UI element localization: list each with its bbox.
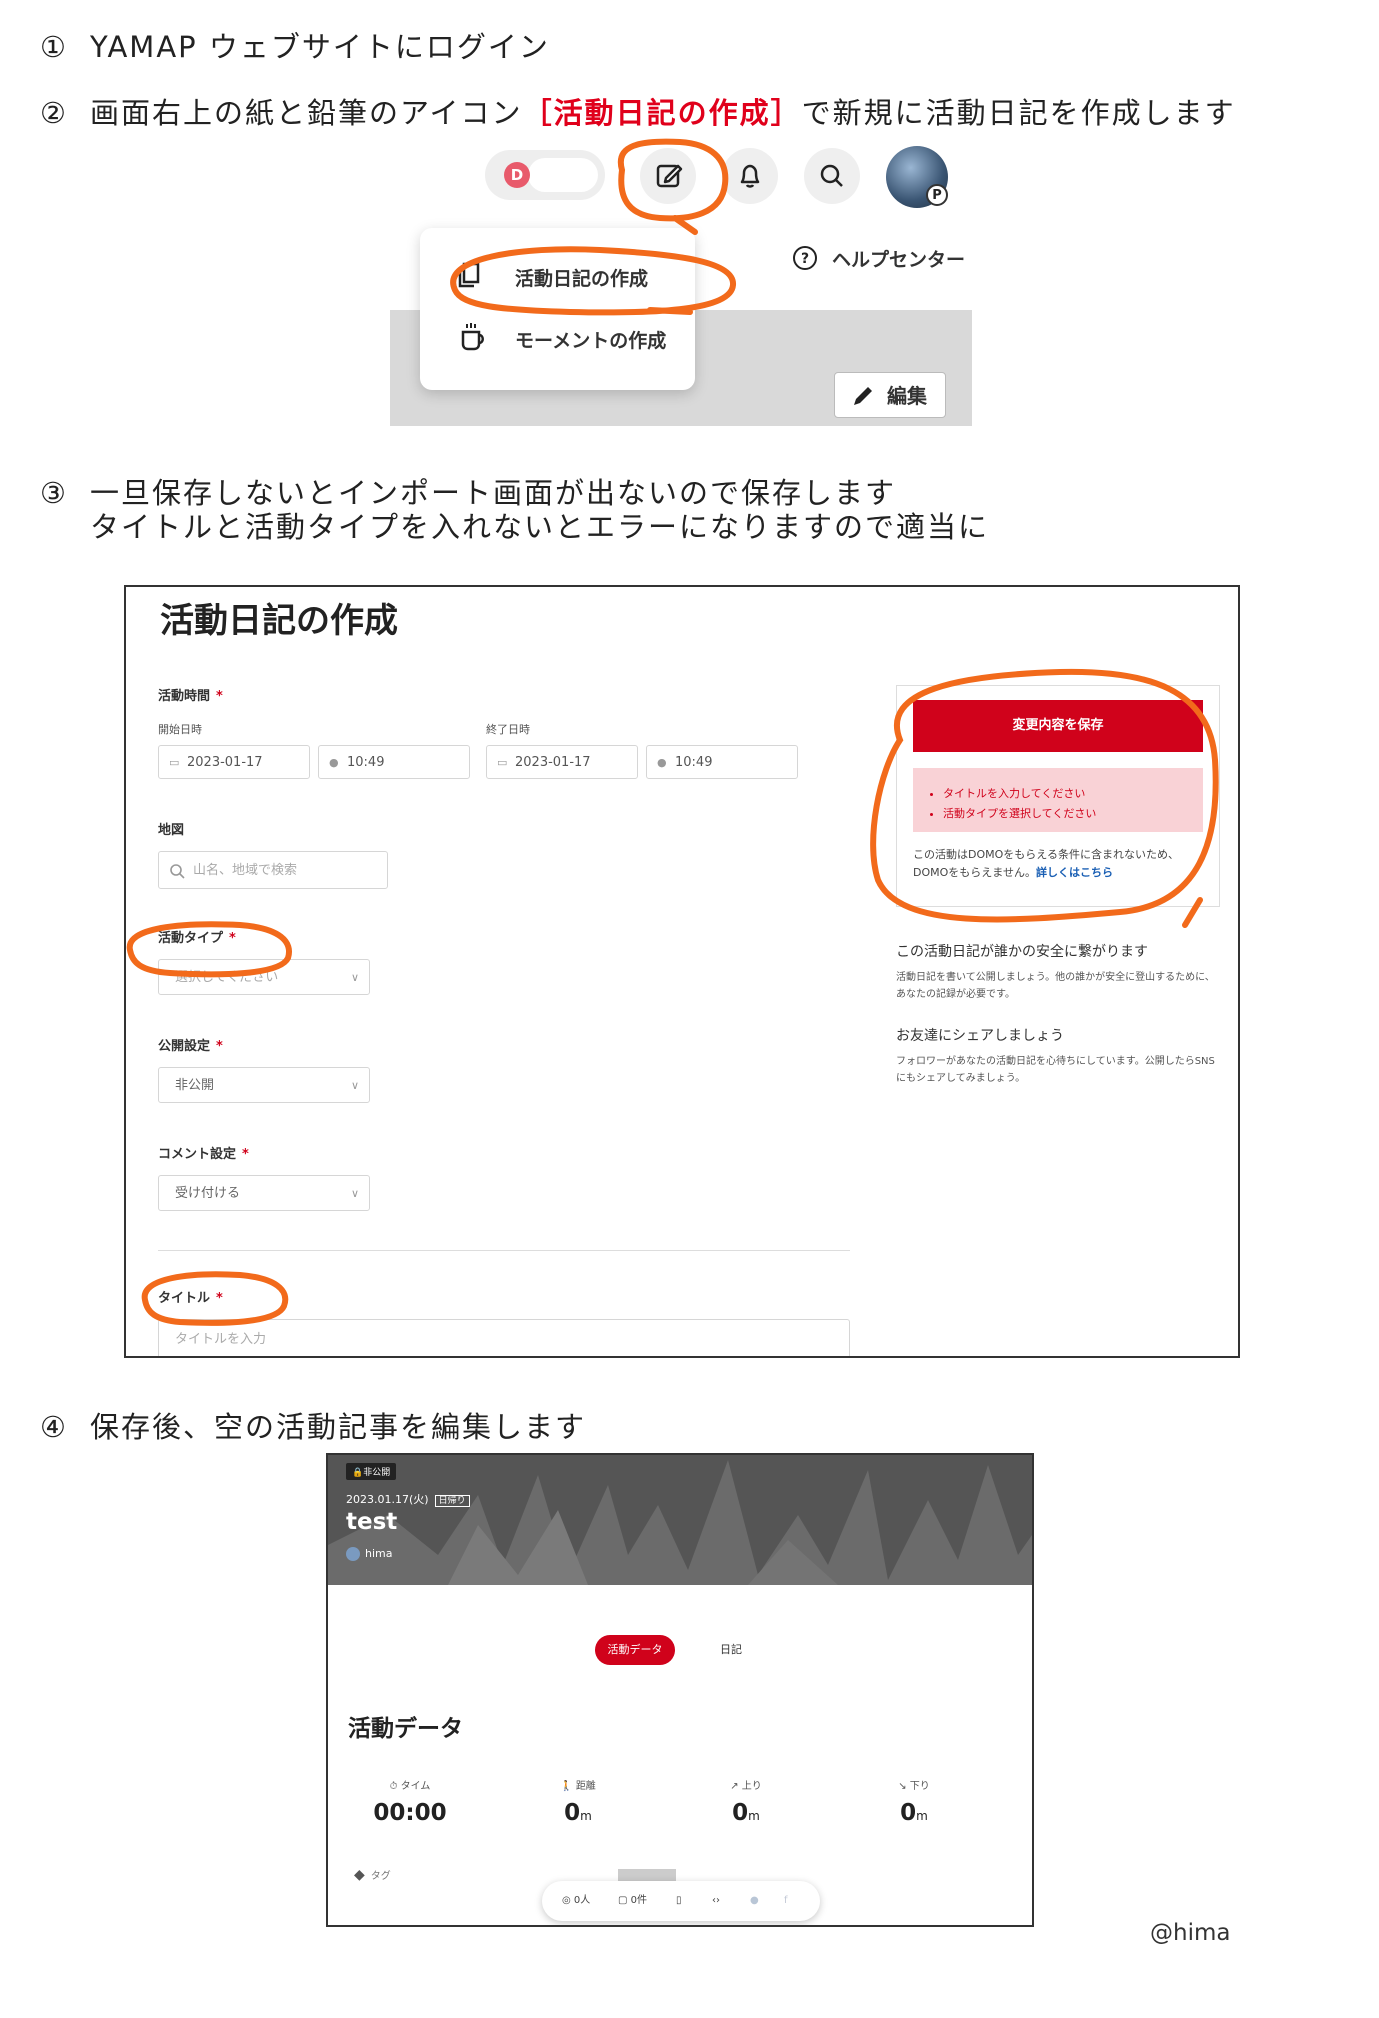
details-link[interactable]: 詳しくはこちら bbox=[1036, 866, 1113, 879]
diary-user[interactable]: hima bbox=[346, 1547, 392, 1561]
edit-button[interactable]: 編集 bbox=[834, 372, 946, 418]
calendar-icon: ▭ bbox=[497, 756, 508, 769]
clock-icon: ● bbox=[657, 756, 667, 769]
facebook-icon[interactable]: f bbox=[784, 1881, 788, 1921]
action-toolbar: ◎ 0人 ▢ 0件 ▯ ‹› ● f bbox=[542, 1881, 820, 1921]
comment-setting-select[interactable]: 受け付ける ∨ bbox=[158, 1175, 370, 1211]
visibility-label: 公開設定 * bbox=[158, 1039, 223, 1054]
start-time-input[interactable]: ● 10:49 bbox=[318, 745, 470, 779]
search-button[interactable] bbox=[804, 148, 860, 204]
comment-setting-label: コメント設定 * bbox=[158, 1147, 249, 1162]
calendar-icon: ▭ bbox=[169, 756, 180, 769]
activity-type-label: 活動タイプ * bbox=[158, 931, 236, 946]
domo-icon: ◎ bbox=[562, 1895, 574, 1906]
author-credit: @hima bbox=[1150, 1920, 1231, 1946]
step-4: ④ 保存後、空の活動記事を編集します bbox=[40, 1410, 587, 1444]
section-title: 活動データ bbox=[348, 1716, 463, 1742]
tab-activity-data[interactable]: 活動データ bbox=[595, 1635, 675, 1665]
comment-icon: ▢ bbox=[618, 1895, 631, 1906]
create-form-screenshot: 活動日記の作成 活動時間 * 開始日時 終了日時 ▭ 2023-01-17 ● 10:… bbox=[124, 585, 1240, 1358]
step-2: ② 画面右上の紙と鉛筆のアイコン［活動日記の作成］で新規に活動日記を作成します bbox=[40, 96, 1236, 130]
share-heading: お友達にシェアしましょう bbox=[896, 1028, 1064, 1044]
activity-type-select[interactable]: 選択してください ∨ bbox=[158, 959, 370, 995]
chevron-down-icon: ∨ bbox=[350, 1187, 359, 1200]
domo-pill-inner bbox=[528, 158, 598, 192]
search-icon bbox=[820, 164, 843, 187]
error-title: タイトルを入力してください bbox=[943, 784, 1203, 804]
help-circle-icon: ? bbox=[793, 246, 817, 270]
step-3: ③ 一旦保存しないとインポート画面が出ないので保存します bbox=[40, 476, 897, 510]
error-message-box: タイトルを入力してください 活動タイプを選択してください bbox=[913, 768, 1203, 832]
stat-ascent: ↗ 上り 0m bbox=[730, 1781, 762, 1826]
book-icon bbox=[458, 262, 480, 288]
step-1: ① YAMAP ウェブサイトにログイン bbox=[40, 30, 550, 64]
page-title: 活動日記の作成 bbox=[160, 601, 398, 641]
end-date-input[interactable]: ▭ 2023-01-17 bbox=[486, 745, 638, 779]
day-trip-tag: 日帰り bbox=[434, 1495, 470, 1507]
mountain-graphic bbox=[328, 1460, 1032, 1585]
create-dropdown-menu: 活動日記の作成 モーメントの作成 bbox=[420, 228, 695, 390]
arrow-up-right-icon: ↗ bbox=[730, 1781, 742, 1792]
diary-date: 2023.01.17(火) 日帰り bbox=[346, 1491, 470, 1507]
create-button[interactable] bbox=[640, 148, 696, 204]
error-activity-type: 活動タイプを選択してください bbox=[943, 804, 1203, 824]
twitter-icon[interactable]: ● bbox=[750, 1881, 759, 1921]
domo-icon: D bbox=[504, 162, 530, 188]
stopwatch-icon: ⏱ bbox=[389, 1781, 401, 1792]
arrow-down-right-icon: ↘ bbox=[898, 1781, 910, 1792]
stat-distance: 🚶 距離 0m bbox=[560, 1781, 596, 1826]
pencil-icon bbox=[854, 387, 872, 405]
diary-hero: 🔒非公開 2023.01.17(火) 日帰り test hima bbox=[328, 1455, 1032, 1585]
domo-note: この活動はDOMOをもらえる条件に含まれないため、DOMOをもらえません。詳しく… bbox=[913, 848, 1179, 879]
save-changes-button[interactable]: 変更内容を保存 bbox=[913, 700, 1203, 752]
scroll-indicator bbox=[618, 1869, 676, 1881]
divider bbox=[158, 1250, 850, 1251]
end-label: 終了日時 bbox=[486, 723, 530, 736]
stat-time: ⏱ タイム 00:00 bbox=[373, 1781, 447, 1826]
pencil-paper-icon bbox=[656, 164, 683, 188]
diary-view-screenshot: 🔒非公開 2023.01.17(火) 日帰り test hima 活動データ 日記… bbox=[326, 1453, 1034, 1927]
tab-diary[interactable]: 日記 bbox=[720, 1635, 742, 1665]
notification-button[interactable] bbox=[722, 148, 778, 204]
diary-title: test bbox=[346, 1509, 398, 1535]
bookmark-icon[interactable]: ▯ bbox=[676, 1881, 682, 1921]
private-badge: 🔒非公開 bbox=[346, 1463, 397, 1480]
premium-badge-icon: P bbox=[926, 184, 948, 206]
stat-descent: ↘ 下り 0m bbox=[898, 1781, 930, 1826]
search-icon bbox=[170, 864, 185, 879]
title-label: タイトル * bbox=[158, 1291, 223, 1306]
step-3-line-2: タイトルと活動タイプを入れないとエラーになりますので適当に bbox=[90, 510, 990, 544]
embed-icon[interactable]: ‹› bbox=[712, 1881, 720, 1921]
walker-icon: 🚶 bbox=[560, 1781, 576, 1792]
share-text: フォロワーがあなたの活動日記を心待ちにしています。公開したらSNSにもシェアして… bbox=[896, 1056, 1215, 1084]
tag-icon: ◆ bbox=[354, 1867, 365, 1883]
map-label: 地図 bbox=[158, 823, 185, 838]
safety-heading: この活動日記が誰かの安全に繋がります bbox=[896, 944, 1148, 960]
coffee-cup-icon bbox=[461, 323, 484, 351]
bell-icon bbox=[740, 164, 760, 188]
chevron-down-icon: ∨ bbox=[350, 1079, 359, 1092]
clock-icon: ● bbox=[329, 756, 339, 769]
title-input[interactable]: タイトルを入力 bbox=[158, 1319, 850, 1356]
chevron-down-icon: ∨ bbox=[350, 971, 359, 984]
activity-time-label: 活動時間 * bbox=[158, 689, 223, 704]
comment-action[interactable]: ▢ 0件 bbox=[618, 1881, 647, 1921]
map-search-input[interactable]: 山名、地域で検索 bbox=[158, 851, 388, 889]
safety-text: 活動日記を書いて公開しましょう。他の誰かが安全に登山するために、あなたの記録が必… bbox=[896, 972, 1215, 1000]
end-time-input[interactable]: ● 10:49 bbox=[646, 745, 798, 779]
visibility-select[interactable]: 非公開 ∨ bbox=[158, 1067, 370, 1103]
domo-action[interactable]: ◎ 0人 bbox=[562, 1881, 590, 1921]
avatar bbox=[346, 1547, 360, 1561]
start-date-input[interactable]: ▭ 2023-01-17 bbox=[158, 745, 310, 779]
tag-row: ◆ タグ bbox=[354, 1867, 391, 1883]
save-panel: 変更内容を保存 タイトルを入力してください 活動タイプを選択してください この活… bbox=[896, 685, 1220, 907]
svg-text:?: ? bbox=[801, 251, 809, 267]
start-label: 開始日時 bbox=[158, 723, 202, 736]
